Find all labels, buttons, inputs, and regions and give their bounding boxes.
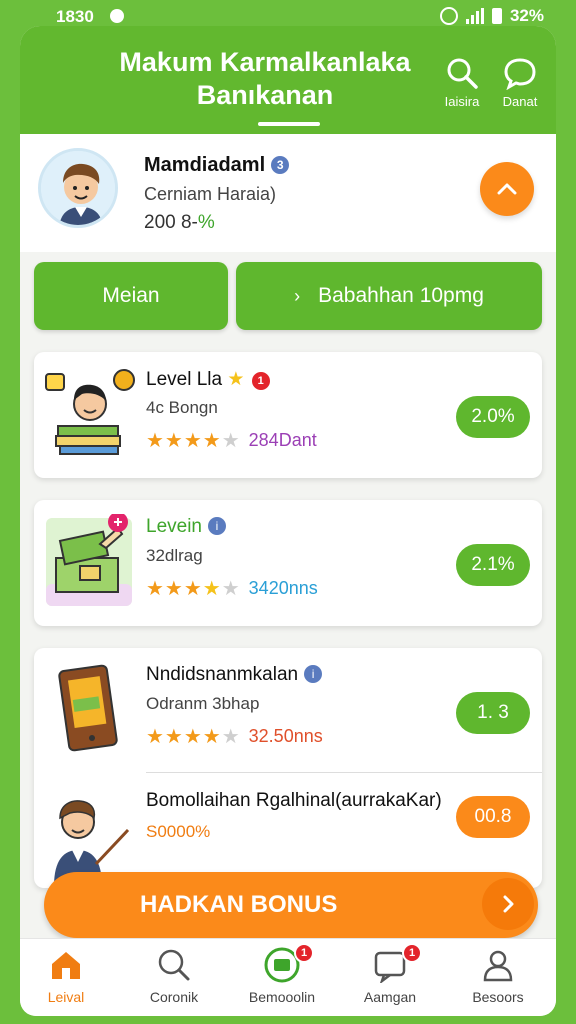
chat-button[interactable]: Danat bbox=[490, 56, 550, 109]
bottom-nav: Leival Coronik 1 Bemooolin 1 Aamgan Beso… bbox=[20, 938, 556, 1016]
app-window: Makum Karmalkanlaka Banıkanan Iaisira Da… bbox=[20, 26, 556, 1016]
status-icons: 32% bbox=[439, 6, 544, 26]
nav-item-level[interactable]: Leival bbox=[20, 939, 116, 1016]
chevron-right-icon bbox=[503, 895, 514, 913]
profile-stat: 200 8-% bbox=[144, 212, 215, 234]
chat-icon bbox=[504, 58, 536, 90]
rating-stars-icon: ★★★★★ bbox=[146, 430, 241, 452]
chevron-up-icon bbox=[497, 183, 517, 195]
title-line-2: Banıkanan bbox=[196, 80, 334, 110]
nav-badge: 1 bbox=[402, 943, 422, 963]
list-item[interactable]: Levein i 32dlrag ★★★★★ 3420nns 2.1% bbox=[34, 500, 542, 626]
nav-label: Coronik bbox=[149, 989, 199, 1005]
nav-label: Bemooolin bbox=[248, 989, 316, 1005]
babahhan-button[interactable]: › Babahhan 10pmg bbox=[236, 262, 542, 330]
tablet-icon bbox=[58, 664, 118, 752]
item-badge: 1 bbox=[249, 370, 272, 392]
nav-item-bemooolin[interactable]: 1 Bemooolin bbox=[232, 939, 332, 1016]
item-count: 284Dant bbox=[248, 430, 317, 450]
list-card: Nndidsnanmkalan i Odranm 3bhap ★★★★★ 32.5… bbox=[34, 648, 542, 888]
item-title-text: Nndidsnanmkalan bbox=[146, 664, 299, 685]
rating-stars-icon: ★★★★★ bbox=[146, 726, 241, 748]
profile-name: Mamdiadaml 3 bbox=[144, 154, 290, 177]
profile-subtitle: Cerniam Haraia) bbox=[144, 184, 277, 204]
nav-label: Aamgan bbox=[363, 989, 417, 1005]
item-subtitle: 4c Bongn bbox=[146, 398, 218, 417]
nav-item-besoors[interactable]: Besoors bbox=[448, 939, 548, 1016]
battery-level: 32% bbox=[509, 6, 544, 25]
profile-card: Mamdiadaml 3 Cerniam Haraia) 200 8-% bbox=[20, 134, 556, 252]
battery-icon bbox=[491, 8, 502, 24]
bonus-arrow-button[interactable] bbox=[482, 878, 534, 930]
profile-name-text: Mamdiadaml bbox=[144, 154, 266, 176]
chat-label: Danat bbox=[502, 94, 538, 109]
item-count: 3420nns bbox=[248, 578, 318, 598]
student-books-icon bbox=[45, 369, 135, 455]
nav-item-aamgan[interactable]: 1 Aamgan bbox=[340, 939, 440, 1016]
chevron-right-icon: › bbox=[294, 285, 301, 306]
nav-label: Besoors bbox=[472, 989, 524, 1005]
nav-badge: 1 bbox=[294, 943, 314, 963]
rating-stars-icon: ★★★★★ bbox=[146, 578, 241, 600]
item-count: 32.50nns bbox=[248, 726, 323, 746]
star-icon: ★ bbox=[227, 369, 245, 390]
percent-badge: 2.0% bbox=[456, 396, 530, 438]
title-underline bbox=[258, 122, 320, 126]
cash-box-icon bbox=[46, 514, 132, 606]
bonus-button[interactable]: HADKAN BONUS bbox=[44, 872, 538, 938]
search-button[interactable]: Iaisira bbox=[432, 56, 492, 109]
search-icon bbox=[158, 949, 190, 981]
item-title: Levein i bbox=[146, 516, 226, 538]
item-title-text: Level Lla bbox=[146, 369, 223, 390]
profile-stat-percent: % bbox=[197, 212, 215, 233]
list-item[interactable]: Bomollaihan Rgalhinal(aurrakaKar) S0000%… bbox=[34, 774, 542, 888]
user-icon bbox=[483, 950, 513, 982]
item-rating: ★★★★★ 32.50nns bbox=[146, 724, 323, 749]
person-avatar-icon bbox=[41, 151, 115, 225]
alarm-icon bbox=[439, 7, 458, 25]
title-line-1: Makum Karmalkanlaka bbox=[119, 47, 411, 77]
home-icon bbox=[52, 952, 80, 979]
search-icon bbox=[447, 58, 478, 89]
item-title: Bomollaihan Rgalhinal(aurrakaKar) bbox=[146, 790, 442, 811]
percent-badge: 00.8 bbox=[456, 796, 530, 838]
bonus-label: HADKAN BONUS bbox=[140, 891, 338, 918]
avatar[interactable] bbox=[38, 148, 118, 228]
divider bbox=[146, 772, 542, 773]
collapse-button[interactable] bbox=[480, 162, 534, 216]
signal-icon bbox=[465, 8, 484, 24]
action-row: Meian › Babahhan 10pmg bbox=[34, 262, 544, 330]
percent-badge: 1. 3 bbox=[456, 692, 530, 734]
list-item[interactable]: Nndidsnanmkalan i Odranm 3bhap ★★★★★ 32.5… bbox=[34, 648, 542, 772]
list-item[interactable]: Level Lla ★ 1 4c Bongn ★★★★★ 284Dant 2.0… bbox=[34, 352, 542, 478]
item-rating: ★★★★★ 284Dant bbox=[146, 428, 317, 453]
info-badge: 3 bbox=[271, 156, 290, 174]
nav-item-coronik[interactable]: Coronik bbox=[124, 939, 224, 1016]
item-title-text: Levein bbox=[146, 516, 202, 537]
notification-dot-icon bbox=[110, 9, 124, 23]
app-header: Makum Karmalkanlaka Banıkanan Iaisira Da… bbox=[20, 26, 556, 134]
item-rating: ★★★★★ 3420nns bbox=[146, 576, 318, 601]
item-title: Level Lla ★ 1 bbox=[146, 368, 272, 392]
page-title: Makum Karmalkanlaka Banıkanan bbox=[80, 46, 450, 112]
nav-label: Leival bbox=[47, 989, 85, 1005]
percent-badge: 2.1% bbox=[456, 544, 530, 586]
item-subtitle: Odranm 3bhap bbox=[146, 694, 260, 713]
search-label: Iaisira bbox=[444, 94, 480, 109]
info-icon: i bbox=[208, 517, 226, 535]
item-title: Nndidsnanmkalan i bbox=[146, 664, 323, 686]
status-time: 1830 bbox=[56, 7, 94, 26]
babahhan-label: Babahhan 10pmg bbox=[318, 284, 484, 307]
meian-button[interactable]: Meian bbox=[34, 262, 228, 330]
info-icon: i bbox=[304, 665, 323, 683]
item-subtitle: 32dlrag bbox=[146, 546, 203, 565]
profile-stat-value: 200 8- bbox=[144, 212, 198, 233]
item-subtitle: S0000% bbox=[146, 822, 211, 841]
